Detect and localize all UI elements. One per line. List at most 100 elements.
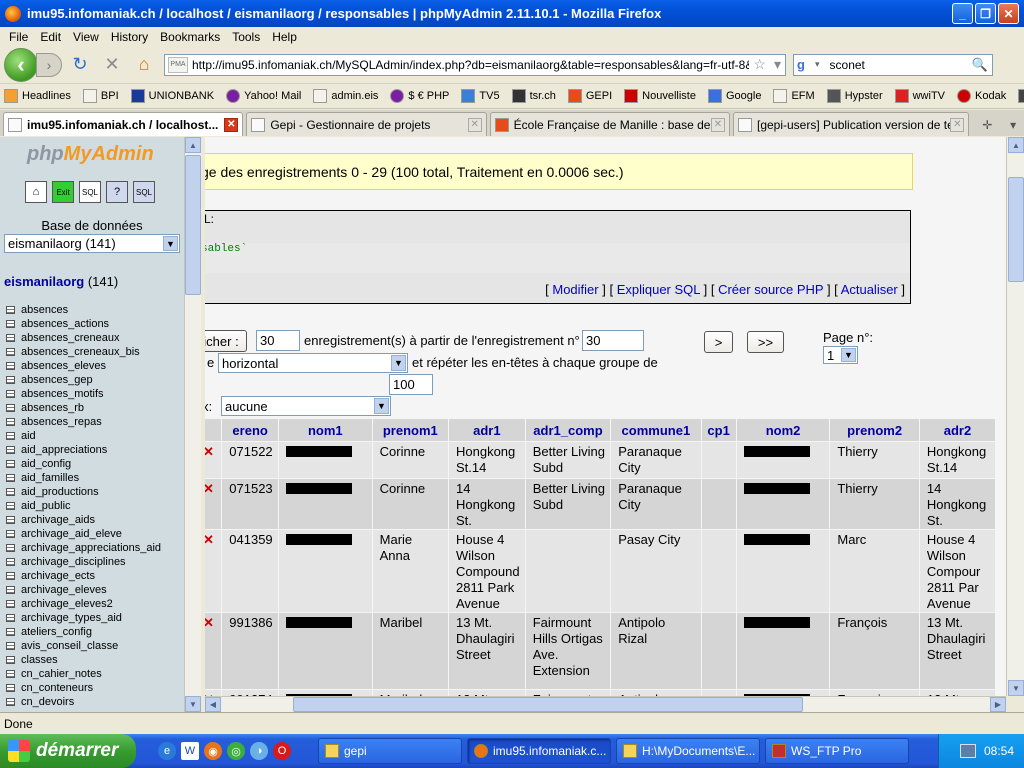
- tab-close-icon[interactable]: ✕: [224, 117, 239, 132]
- bookmark-item[interactable]: Nouvelliste: [624, 89, 696, 103]
- start-record-input[interactable]: 30: [582, 330, 644, 351]
- sidebar-table-item[interactable]: absences_creneaux_bis: [6, 345, 161, 359]
- search-input[interactable]: sconet: [820, 58, 972, 72]
- url-dropdown-icon[interactable]: ▾: [774, 56, 781, 73]
- tab-list-icon[interactable]: ▾: [1002, 114, 1024, 136]
- explain-sql-link[interactable]: Expliquer SQL: [617, 282, 700, 297]
- table-icon[interactable]: [6, 488, 15, 496]
- sidebar-table-item[interactable]: archivage_disciplines: [6, 555, 161, 569]
- home-icon[interactable]: ⌂: [25, 181, 47, 203]
- bookmark-item[interactable]: EFM: [773, 89, 815, 103]
- scroll-up-icon[interactable]: ▲: [1008, 137, 1024, 153]
- scroll-thumb[interactable]: [185, 155, 201, 295]
- sidebar-table-item[interactable]: absences_rb: [6, 401, 161, 415]
- row-delete-cell[interactable]: ✕: [205, 442, 222, 478]
- menu-help[interactable]: Help: [266, 30, 303, 44]
- scroll-right-icon[interactable]: ▶: [990, 697, 1006, 712]
- sidebar-table-item[interactable]: aid_public: [6, 499, 161, 513]
- sidebar-scrollbar[interactable]: ▲ ▼: [184, 137, 201, 712]
- scroll-thumb[interactable]: [1008, 177, 1024, 282]
- sidebar-table-item[interactable]: archivage_eleves2: [6, 597, 161, 611]
- ie-icon[interactable]: e: [158, 742, 176, 760]
- tab-gepi[interactable]: Gepi - Gestionnaire de projets ✕: [246, 112, 487, 136]
- repeat-headers-input[interactable]: 100: [389, 374, 433, 395]
- column-header-commune1[interactable]: commune1: [611, 419, 701, 441]
- table-icon[interactable]: [6, 628, 15, 636]
- network-icon[interactable]: [959, 744, 976, 758]
- bookmark-item[interactable]: Headlines: [4, 89, 71, 103]
- modify-link[interactable]: Modifier: [552, 282, 598, 297]
- table-icon[interactable]: [6, 418, 15, 426]
- search-box[interactable]: g ▾ sconet 🔍: [793, 53, 993, 76]
- help-icon[interactable]: ?: [106, 181, 128, 203]
- bookmark-item[interactable]: efm2: [1018, 89, 1024, 103]
- sidebar-table-item[interactable]: absences_repas: [6, 415, 161, 429]
- table-icon[interactable]: [6, 670, 15, 678]
- column-header-prenom1[interactable]: prenom1: [372, 419, 448, 441]
- column-header-adr1-comp[interactable]: adr1_comp: [525, 419, 611, 441]
- close-button[interactable]: ✕: [998, 3, 1019, 24]
- tab-ecole[interactable]: École Française de Manille : base de d..…: [489, 112, 730, 136]
- sidebar-table-item[interactable]: absences_motifs: [6, 387, 161, 401]
- sidebar-table-item[interactable]: cn_devoirs: [6, 695, 161, 709]
- search-magnifier-icon[interactable]: 🔍: [972, 57, 988, 73]
- sidebar-table-item[interactable]: archivage_eleves: [6, 583, 161, 597]
- table-icon[interactable]: [6, 684, 15, 692]
- delete-icon[interactable]: ✕: [205, 532, 214, 547]
- sidebar-table-item[interactable]: archivage_types_aid: [6, 611, 161, 625]
- bookmark-item[interactable]: admin.eis: [313, 89, 378, 103]
- table-icon[interactable]: [6, 446, 15, 454]
- sidebar-table-item[interactable]: aid_familles: [6, 471, 161, 485]
- sidebar-table-item[interactable]: cn_conteneurs: [6, 681, 161, 695]
- refresh-link[interactable]: Actualiser: [841, 282, 898, 297]
- chrome-icon[interactable]: ◎: [227, 742, 245, 760]
- task-explorer[interactable]: H:\MyDocuments\E...: [616, 738, 760, 764]
- display-mode-select[interactable]: horizontal ▼: [218, 353, 408, 373]
- column-header-adr2[interactable]: adr2: [919, 419, 995, 441]
- window-title-bar[interactable]: imu95.infomaniak.ch / localhost / eisman…: [0, 0, 1024, 27]
- task-gepi[interactable]: gepi: [318, 738, 462, 764]
- database-select[interactable]: eismanilaorg (141) ▼: [4, 234, 180, 253]
- maximize-button[interactable]: ❐: [975, 3, 996, 24]
- table-icon[interactable]: [6, 390, 15, 398]
- row-delete-cell[interactable]: ✕: [205, 479, 222, 529]
- table-icon[interactable]: [6, 502, 15, 510]
- table-icon[interactable]: [6, 558, 15, 566]
- bookmark-star-icon[interactable]: ☆: [753, 56, 766, 73]
- url-bar[interactable]: PMA http://imu95.infomaniak.ch/MySQLAdmi…: [164, 53, 786, 76]
- chevron-down-icon[interactable]: ▼: [841, 348, 856, 362]
- scroll-up-icon[interactable]: ▲: [185, 137, 201, 153]
- sql-docs-icon[interactable]: SQL: [133, 181, 155, 203]
- bookmark-item[interactable]: wwiTV: [894, 89, 945, 103]
- rows-count-input[interactable]: 30: [256, 330, 300, 351]
- column-header-cp1[interactable]: cp1: [701, 419, 736, 441]
- column-header-nom1[interactable]: nom1: [278, 419, 372, 441]
- tab-close-icon[interactable]: ✕: [710, 117, 725, 132]
- content-vertical-scrollbar[interactable]: ▲ ▼: [1006, 137, 1024, 696]
- table-icon[interactable]: [6, 348, 15, 356]
- sidebar-table-item[interactable]: archivage_aid_eleve: [6, 527, 161, 541]
- url-text[interactable]: http://imu95.infomaniak.ch/MySQLAdmin/in…: [192, 58, 749, 72]
- show-button[interactable]: icher :: [205, 330, 247, 352]
- column-header-ereno[interactable]: ereno: [222, 419, 278, 441]
- home-button[interactable]: ⌂: [130, 51, 158, 79]
- bookmark-item[interactable]: $ € PHP: [390, 89, 449, 103]
- database-link[interactable]: eismanilaorg: [4, 274, 84, 289]
- table-icon[interactable]: [6, 516, 15, 524]
- table-icon[interactable]: [6, 698, 15, 706]
- word-icon[interactable]: W: [181, 742, 199, 760]
- sidebar-table-item[interactable]: absences_creneaux: [6, 331, 161, 345]
- scroll-down-icon[interactable]: ▼: [185, 696, 201, 712]
- forward-button[interactable]: ›: [36, 52, 62, 77]
- chevron-down-icon[interactable]: ▼: [374, 398, 389, 414]
- task-ws-ftp[interactable]: WS_FTP Pro: [765, 738, 909, 764]
- exit-icon[interactable]: Exit: [52, 181, 74, 203]
- menu-bookmarks[interactable]: Bookmarks: [154, 30, 226, 44]
- delete-icon[interactable]: ✕: [205, 444, 214, 459]
- bookmark-item[interactable]: Google: [707, 89, 761, 103]
- phpmyadmin-logo[interactable]: phpMyAdmin: [27, 143, 154, 166]
- sidebar-table-item[interactable]: archivage_appreciations_aid: [6, 541, 161, 555]
- sidebar-table-item[interactable]: absences_actions: [6, 317, 161, 331]
- create-php-link[interactable]: Créer source PHP: [718, 282, 823, 297]
- delete-icon[interactable]: ✕: [205, 481, 214, 496]
